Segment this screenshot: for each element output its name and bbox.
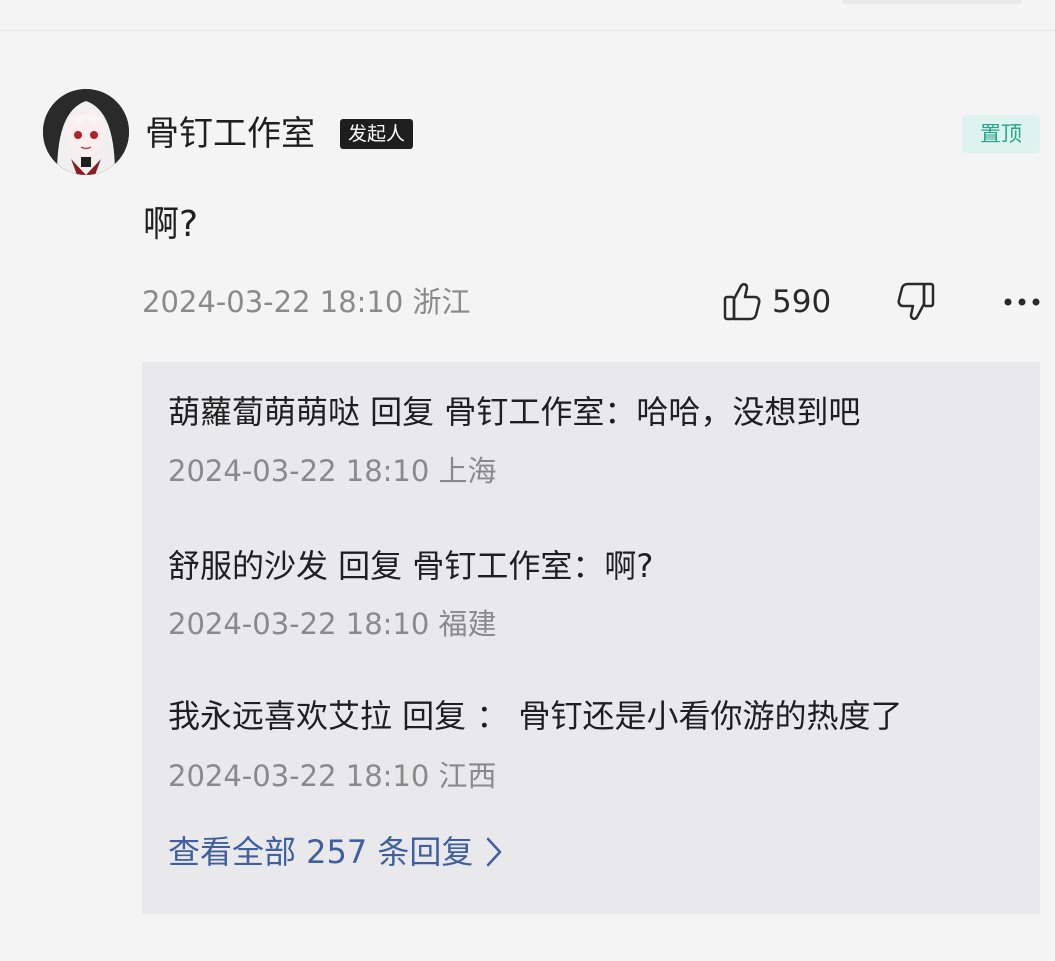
reply-meta: 2024-03-22 18:10 福建 [168, 607, 497, 641]
reply-text: 葫蘿蔔萌萌哒 回复 骨钉工作室：哈哈，没想到吧 [168, 393, 861, 431]
reply-text: 舒服的沙发 回复 骨钉工作室：啊? [168, 547, 654, 585]
top-tab-edge [842, 0, 1022, 4]
dislike-button[interactable] [896, 280, 940, 324]
thumbs-down-icon [897, 282, 935, 320]
reply-text: 我永远喜欢艾拉 回复 ： 骨钉还是小看你游的热度了 [168, 697, 903, 735]
more-dots-icon [1004, 298, 1040, 306]
chevron-right-icon [487, 837, 502, 867]
comment-meta: 2024-03-22 18:10 浙江 [142, 285, 471, 319]
like-count: 590 [772, 284, 832, 320]
reply-meta: 2024-03-22 18:10 江西 [168, 759, 497, 793]
avatar[interactable] [43, 89, 129, 175]
more-options-button[interactable] [1000, 282, 1044, 322]
reply-section: 葫蘿蔔萌萌哒 回复 骨钉工作室：哈哈，没想到吧 2024-03-22 18:10… [142, 362, 1040, 914]
view-all-replies-link[interactable]: 查看全部 257 条回复 [168, 829, 503, 875]
author-badge: 发起人 [340, 119, 414, 149]
view-all-label: 查看全部 257 条回复 [168, 833, 474, 871]
comment-text: 啊? [143, 204, 199, 245]
pinned-badge: 置顶 [962, 115, 1040, 153]
avatar-image [43, 89, 129, 175]
reply-meta: 2024-03-22 18:10 上海 [168, 454, 497, 488]
author-name[interactable]: 骨钉工作室 [145, 110, 315, 158]
top-divider [0, 30, 1055, 31]
thumbs-up-icon [723, 283, 761, 321]
like-button[interactable]: 590 [722, 280, 831, 324]
